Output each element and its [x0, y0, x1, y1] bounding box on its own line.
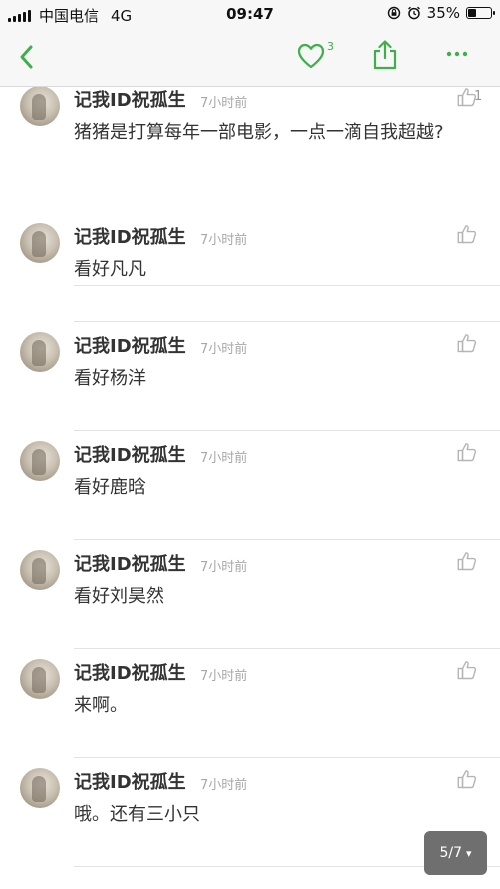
page-indicator-button[interactable]: 5/7 ▾ — [424, 831, 487, 875]
comment-username[interactable]: 记我ID祝孤生 — [74, 332, 186, 358]
comment-username[interactable]: 记我ID祝孤生 — [74, 659, 186, 685]
comment-username[interactable]: 记我ID祝孤生 — [74, 223, 186, 249]
battery-fill — [468, 9, 476, 17]
avatar[interactable] — [20, 768, 60, 808]
more-options-icon[interactable] — [446, 50, 468, 58]
alarm-icon — [407, 6, 420, 20]
share-icon[interactable] — [371, 39, 399, 71]
comment-time: 7小时前 — [200, 96, 248, 111]
thumbs-up-icon[interactable] — [456, 223, 478, 245]
heart-icon[interactable] — [296, 42, 326, 70]
avatar[interactable] — [20, 332, 60, 372]
comment-text: 看好刘昊然 — [74, 586, 164, 607]
comment-item: 记我ID祝孤生 7小时前 看好鹿晗 — [0, 430, 500, 540]
like-count: 1 — [474, 89, 483, 104]
avatar[interactable] — [20, 441, 60, 481]
comment-time: 7小时前 — [200, 560, 248, 575]
heart-count: 3 — [327, 40, 334, 53]
rotation-lock-icon — [387, 6, 400, 20]
comment-username[interactable]: 记我ID祝孤生 — [74, 441, 186, 467]
comment-text: 看好凡凡 — [74, 259, 146, 280]
thumbs-up-icon[interactable] — [456, 332, 478, 354]
comment-time: 7小时前 — [200, 233, 248, 248]
avatar[interactable] — [20, 87, 60, 126]
comment-username[interactable]: 记我ID祝孤生 — [74, 550, 186, 576]
comment-time: 7小时前 — [200, 778, 248, 793]
comment-text: 哦。还有三小只 — [74, 804, 200, 825]
avatar[interactable] — [20, 550, 60, 590]
thumbs-up-icon[interactable] — [456, 659, 478, 681]
comment-item: 记我ID祝孤生 7小时前 看好凡凡 — [0, 212, 500, 322]
comment-text: 来啊。 — [74, 695, 128, 716]
comment-username[interactable]: 记我ID祝孤生 — [74, 87, 186, 112]
thumbs-up-icon[interactable] — [456, 550, 478, 572]
comment-item: 记我ID祝孤生 7小时前 来啊。 — [0, 648, 500, 758]
status-right: 35% — [387, 4, 495, 22]
comment-username[interactable]: 记我ID祝孤生 — [74, 768, 186, 794]
comment-list[interactable]: 记我ID祝孤生 7小时前 1 猪猪是打算每年一部电影，一点一滴自我超越? 记我I… — [0, 87, 500, 889]
comment-text: 猪猪是打算每年一部电影，一点一滴自我超越? — [74, 122, 444, 143]
comment-item: 记我ID祝孤生 7小时前 看好杨洋 — [0, 321, 500, 431]
status-bar: 中国电信 4G 09:47 35% — [0, 0, 500, 28]
comment-time: 7小时前 — [200, 451, 248, 466]
avatar[interactable] — [20, 223, 60, 263]
thumbs-up-icon[interactable] — [456, 768, 478, 790]
comment-item: 记我ID祝孤生 7小时前 看好刘昊然 — [0, 539, 500, 649]
page-indicator-label: 5/7 — [439, 845, 462, 861]
back-chevron-icon[interactable] — [14, 42, 40, 72]
thumbs-up-icon[interactable] — [456, 441, 478, 463]
battery-icon — [466, 7, 495, 19]
comment-time: 7小时前 — [200, 669, 248, 684]
comment-time: 7小时前 — [200, 342, 248, 357]
comment-text: 看好杨洋 — [74, 368, 146, 389]
avatar[interactable] — [20, 659, 60, 699]
comment-text: 看好鹿晗 — [74, 477, 146, 498]
battery-percent: 35% — [426, 4, 460, 22]
nav-bar: 3 — [0, 28, 500, 87]
caret-down-icon: ▾ — [466, 846, 472, 860]
